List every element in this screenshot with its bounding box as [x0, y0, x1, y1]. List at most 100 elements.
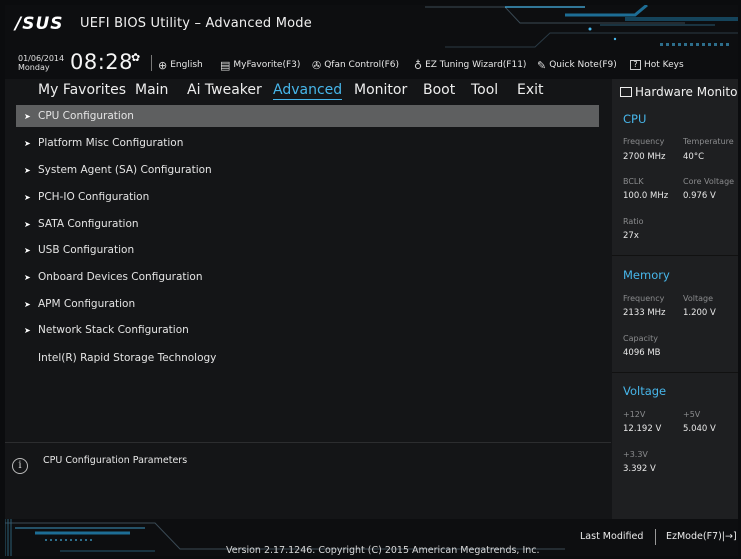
v33-value: 3.392 V [623, 464, 656, 474]
ez-tuning-wizard-button[interactable]: ♁ EZ Tuning Wizard(F11) [414, 58, 526, 72]
favorite-icon: ▤ [220, 58, 231, 72]
ez-tuning-label: EZ Tuning Wizard(F11) [425, 60, 527, 70]
hotkeys-icon: ? [630, 60, 641, 70]
bios-window: /SUS UEFI BIOS Utility – Advanced Mode 0… [5, 5, 738, 556]
chevron-right-icon: ➤ [24, 300, 31, 309]
toolbar: 01/06/2014 Monday 08:28 ✿ ⊕ English ▤ My… [5, 50, 738, 79]
memory-frequency-value: 2133 MHz [623, 308, 666, 318]
voltage-heading: Voltage [623, 384, 667, 398]
tab-main[interactable]: Main [135, 82, 168, 98]
menu-item-label: System Agent (SA) Configuration [38, 164, 212, 176]
cpu-frequency-label: Frequency [623, 137, 665, 146]
cpu-temperature-label: Temperature [683, 137, 734, 146]
chevron-right-icon: ➤ [24, 246, 31, 255]
ratio-label: Ratio [623, 217, 644, 226]
menu-item-label: SATA Configuration [38, 218, 139, 230]
page-title: UEFI BIOS Utility – Advanced Mode [80, 16, 312, 31]
myfavorite-label: MyFavorite(F3) [233, 60, 301, 70]
chevron-right-icon: ➤ [24, 139, 31, 148]
menu-item-pch-io-configuration[interactable]: ➤ PCH-IO Configuration [16, 186, 599, 208]
gear-icon[interactable]: ✿ [131, 51, 140, 64]
ratio-value: 27x [623, 231, 639, 241]
header-decoration [425, 5, 738, 48]
v12-label: +12V [623, 410, 646, 419]
date-display: 01/06/2014 Monday [18, 54, 64, 72]
globe-icon: ⊕ [158, 58, 168, 72]
hot-keys-button[interactable]: ? Hot Keys [630, 58, 684, 72]
memory-frequency-label: Frequency [623, 294, 665, 303]
quick-note-button[interactable]: ✎ Quick Note(F9) [537, 58, 617, 72]
chevron-right-icon: ➤ [24, 112, 31, 121]
menu-item-label: PCH-IO Configuration [38, 191, 150, 203]
footer-bar: Version 2.17.1246. Copyright (C) 2015 Am… [5, 519, 738, 556]
version-text: Version 2.17.1246. Copyright (C) 2015 Am… [226, 545, 540, 556]
tab-my-favorites[interactable]: My Favorites [38, 82, 126, 98]
bclk-label: BCLK [623, 177, 644, 186]
capacity-label: Capacity [623, 334, 658, 343]
chevron-right-icon: ➤ [24, 220, 31, 229]
tab-advanced[interactable]: Advanced [273, 82, 343, 100]
v33-label: +3.3V [623, 450, 648, 459]
bclk-value: 100.0 MHz [623, 191, 669, 201]
divider [612, 255, 738, 256]
hardware-monitor-title: Hardware Monitor [620, 85, 738, 99]
note-icon: ✎ [537, 58, 547, 72]
v5-value: 5.040 V [683, 424, 716, 434]
title-bar: /SUS UEFI BIOS Utility – Advanced Mode [5, 5, 738, 51]
hardware-monitor-label: Hardware Monitor [635, 85, 738, 99]
menu-item-system-agent-configuration[interactable]: ➤ System Agent (SA) Configuration [16, 159, 599, 181]
core-voltage-value: 0.976 V [683, 191, 716, 201]
menu-item-network-stack-configuration[interactable]: ➤ Network Stack Configuration [16, 319, 599, 341]
clock[interactable]: 08:28 [70, 50, 133, 74]
weekday-text: Monday [18, 63, 50, 72]
menu-item-sata-configuration[interactable]: ➤ SATA Configuration [16, 213, 599, 235]
menu-item-onboard-devices-configuration[interactable]: ➤ Onboard Devices Configuration [16, 266, 599, 288]
menu-item-platform-misc-configuration[interactable]: ➤ Platform Misc Configuration [16, 132, 599, 154]
menu-item-label: Intel(R) Rapid Storage Technology [38, 352, 217, 364]
qfan-label: Qfan Control(F6) [324, 60, 400, 70]
fan-icon: ✇ [312, 58, 322, 72]
tab-boot[interactable]: Boot [423, 82, 455, 98]
qfan-control-button[interactable]: ✇ Qfan Control(F6) [312, 58, 399, 72]
ezmode-button[interactable]: EzMode(F7)|→] [666, 531, 737, 542]
last-modified-button[interactable]: Last Modified [580, 531, 643, 542]
advanced-menu-list: ➤ CPU Configuration ➤ Platform Misc Config… [5, 103, 611, 441]
tab-exit[interactable]: Exit [517, 82, 544, 98]
chevron-right-icon: ➤ [24, 166, 31, 175]
divider [655, 529, 656, 545]
divider [151, 55, 152, 71]
v12-value: 12.192 V [623, 424, 662, 434]
core-voltage-label: Core Voltage [683, 177, 735, 186]
menu-item-apm-configuration[interactable]: ➤ APM Configuration [16, 293, 599, 315]
tab-monitor[interactable]: Monitor [354, 82, 407, 98]
capacity-value: 4096 MB [623, 348, 661, 358]
cpu-temperature-value: 40°C [683, 152, 705, 162]
menu-item-usb-configuration[interactable]: ➤ USB Configuration [16, 239, 599, 261]
memory-voltage-label: Voltage [683, 294, 714, 303]
chevron-right-icon: ➤ [24, 273, 31, 282]
menu-item-label: USB Configuration [38, 244, 135, 256]
main-tabs: My Favorites Main Ai Tweaker Advanced Mo… [5, 79, 611, 103]
divider [612, 372, 738, 373]
tab-tool[interactable]: Tool [471, 82, 498, 98]
asus-logo: /SUS [15, 14, 64, 34]
cpu-frequency-value: 2700 MHz [623, 152, 666, 162]
menu-item-label: Network Stack Configuration [38, 324, 189, 336]
chevron-right-icon: ➤ [24, 326, 31, 335]
v5-label: +5V [683, 410, 701, 419]
myfavorite-button[interactable]: ▤ MyFavorite(F3) [220, 58, 300, 72]
info-icon: i [12, 458, 28, 474]
cpu-heading: CPU [623, 112, 647, 126]
memory-heading: Memory [623, 268, 670, 282]
hot-keys-label: Hot Keys [644, 60, 684, 70]
help-panel: i CPU Configuration Parameters [5, 442, 611, 519]
tab-ai-tweaker[interactable]: Ai Tweaker [187, 82, 262, 98]
language-label: English [170, 60, 203, 70]
menu-item-intel-rapid-storage-technology[interactable]: Intel(R) Rapid Storage Technology [16, 347, 599, 369]
date-text: 01/06/2014 [18, 54, 65, 63]
menu-item-label: Platform Misc Configuration [38, 137, 184, 149]
bulb-icon: ♁ [414, 58, 423, 72]
menu-item-cpu-configuration[interactable]: ➤ CPU Configuration [16, 105, 599, 127]
menu-item-label: APM Configuration [38, 298, 136, 310]
language-button[interactable]: ⊕ English [158, 58, 203, 72]
